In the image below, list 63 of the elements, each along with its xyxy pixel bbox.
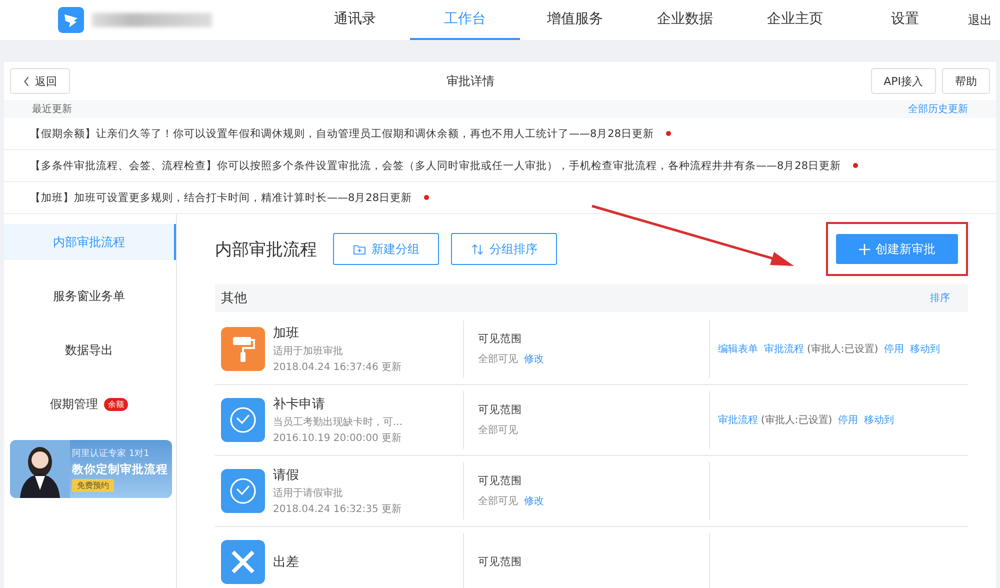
plus-icon xyxy=(858,244,870,254)
scope-label: 可见范围 xyxy=(478,474,523,488)
approver-status: (审批人:已设置) xyxy=(761,414,832,427)
nav-tab[interactable]: 通讯录 xyxy=(300,0,410,40)
edit-scope-link[interactable]: 修改 xyxy=(524,494,544,508)
folder-icon xyxy=(352,244,366,254)
group-button[interactable]: 分组排序 xyxy=(451,233,557,265)
banner-headline: 教你定制审批流程 xyxy=(72,462,168,476)
header-button[interactable]: API接入 xyxy=(870,68,936,94)
action-link[interactable]: 审批流程 xyxy=(764,342,804,356)
scope-value: 全部可见 xyxy=(478,424,518,437)
sidebar-item[interactable]: 内部审批流程 xyxy=(4,224,176,260)
action-link[interactable]: 移动到 xyxy=(910,342,940,356)
banner-text: 阿里认证专家 1对1 xyxy=(72,448,150,460)
sidebar-item[interactable]: 数据导出 xyxy=(4,332,176,368)
nav-tab[interactable]: 设置 xyxy=(850,0,960,40)
group-name: 其他 xyxy=(221,290,247,307)
sort-icon xyxy=(470,244,484,254)
approval-description: 适用于请假审批 xyxy=(273,486,344,500)
scope-label: 可见范围 xyxy=(478,332,523,346)
sidebar-item[interactable]: 服务窗业务单 xyxy=(4,278,176,314)
action-link[interactable]: 移动到 xyxy=(864,413,894,427)
logo-icon xyxy=(58,7,84,33)
nav-tab[interactable]: 工作台 xyxy=(410,0,520,40)
nav-tab[interactable]: 企业数据 xyxy=(630,0,740,40)
scope-label: 可见范围 xyxy=(478,403,523,417)
history-link[interactable]: 全部历史更新 xyxy=(908,102,968,116)
scope-label: 可见范围 xyxy=(478,555,523,569)
action-link[interactable]: 停用 xyxy=(838,413,858,427)
section-title: 内部审批流程 xyxy=(215,238,317,260)
section-label: 最近更新 xyxy=(32,102,72,116)
logout-link[interactable]: 退出 xyxy=(968,0,992,40)
scope-value: 全部可见 xyxy=(478,494,518,508)
update-time: 2018.04.24 16:32:35 更新 xyxy=(273,502,402,516)
create-button[interactable]: 创建新审批 xyxy=(836,234,958,264)
book-button[interactable]: 免费预约 xyxy=(72,478,114,492)
action-link[interactable]: 编辑表单 xyxy=(718,342,758,356)
sort-link[interactable]: 排序 xyxy=(930,291,950,305)
update-notice: 【假期余额】让亲们久等了！你可以设置年假和调休规则，自动管理员工假期和调休余额，再也不用人工统计了——8月28日更新 xyxy=(30,126,654,140)
approval-title: 出差 xyxy=(273,554,299,571)
chevron-left-icon xyxy=(23,76,30,86)
update-time: 2016.10.19 20:00:00 更新 xyxy=(273,432,403,445)
nav-tab[interactable]: 企业主页 xyxy=(740,0,850,40)
action-link[interactable]: 停用 xyxy=(884,342,904,356)
approval-title: 请假 xyxy=(273,467,300,484)
back-button[interactable]: 返回 xyxy=(10,68,70,94)
approval-description: 适用于加班审批 xyxy=(273,344,344,358)
scope-value: 全部可见 xyxy=(478,352,518,366)
page-title: 审批详情 xyxy=(445,72,496,90)
update-notice: 【多条件审批流程、会签、流程检查】你可以按照多个条件设置审批流，会签（多人同时审批或任一人审批），手机检查审批流程，各种流程井井有条——8月28日更新 xyxy=(30,158,842,172)
group-button[interactable]: 新建分组 xyxy=(333,233,439,265)
approval-title: 加班 xyxy=(273,325,300,342)
approver-status: (审批人:已设置) xyxy=(807,342,878,356)
edit-scope-link[interactable]: 修改 xyxy=(524,352,544,366)
promo-banner[interactable]: 阿里认证专家 1对1 教你定制审批流程 免费预约 xyxy=(10,440,172,498)
update-time: 2018.04.24 16:37:46 更新 xyxy=(273,360,402,374)
header-button[interactable]: 帮助 xyxy=(942,68,990,94)
update-notice: 【加班】加班可设置更多规则，结合打卡时间，精准计算时长——8月28日更新 xyxy=(30,190,412,204)
sidebar-item[interactable]: 假期管理 余额 xyxy=(4,386,176,422)
approval-title: 补卡申请 xyxy=(273,396,326,413)
nav-tab[interactable]: 增值服务 xyxy=(520,0,630,40)
action-link[interactable]: 审批流程 xyxy=(718,413,758,427)
approval-description: 当员工考勤出现缺卡时，可... xyxy=(273,416,403,429)
